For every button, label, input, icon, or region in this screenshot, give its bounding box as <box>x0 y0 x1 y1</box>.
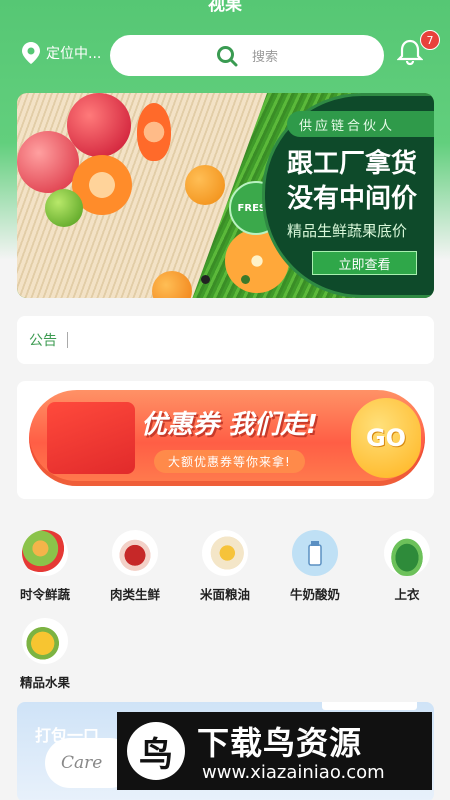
category-label: 牛奶酸奶 <box>289 587 340 602</box>
watermark-overlay: 鸟 下载鸟资源 www.xiazainiao.com <box>117 712 432 790</box>
category-label: 时令鲜蔬 <box>19 587 70 602</box>
orange-image <box>137 103 171 161</box>
gift-box-icon <box>47 402 135 474</box>
category-milk[interactable]: 牛奶酸奶 <box>284 530 346 603</box>
promo-banner[interactable]: FRESH 供应链合伙人 跟工厂拿货 没有中间价 精品生鲜蔬果底价 立即查看 <box>17 93 434 298</box>
grain-oil-icon <box>202 530 248 576</box>
vegetables-icon <box>22 530 68 576</box>
notice-divider <box>67 332 68 348</box>
coupon-card: 优惠券 我们走! 大额优惠券等你来拿! GO <box>17 381 434 499</box>
notice-bar[interactable]: 公告 <box>17 316 434 364</box>
notification-badge: 7 <box>420 30 440 50</box>
banner-headline: 跟工厂拿货 <box>287 149 418 179</box>
banner-tag: 供应链合伙人 <box>287 111 434 137</box>
category-vegetables[interactable]: 时令鲜蔬 <box>14 530 76 603</box>
category-tops[interactable]: 上衣 <box>376 530 438 603</box>
apple-image <box>17 131 79 193</box>
meat-icon <box>112 530 158 576</box>
carousel-dot[interactable] <box>241 275 250 284</box>
carousel-dot[interactable] <box>201 275 210 284</box>
location-selector[interactable]: 定位中... <box>22 42 101 64</box>
milk-icon <box>292 530 338 576</box>
coupon-title: 优惠券 我们走! <box>141 410 318 440</box>
promo-tab <box>322 702 417 710</box>
category-label: 上衣 <box>394 587 420 602</box>
banner-headline: 没有中间价 <box>287 184 418 214</box>
search-icon <box>216 45 238 66</box>
category-label: 精品水果 <box>19 675 70 690</box>
location-pin-icon <box>22 42 40 64</box>
watermark-logo: 鸟 <box>127 722 185 780</box>
category-meat[interactable]: 肉类生鲜 <box>104 530 166 603</box>
banner-subline: 精品生鲜蔬果底价 <box>287 222 408 240</box>
watermark-title: 下载鸟资源 <box>197 724 363 762</box>
location-label: 定位中... <box>46 46 102 62</box>
orange-image <box>185 165 225 205</box>
coupon-go-button[interactable]: GO <box>351 398 421 478</box>
pineapple-icon <box>22 618 68 664</box>
bell-icon <box>396 39 424 66</box>
app-title: 视果 <box>208 0 242 15</box>
category-label: 米面粮油 <box>199 587 250 602</box>
category-grain-oil[interactable]: 米面粮油 <box>194 530 256 603</box>
coupon-banner[interactable]: 优惠券 我们走! 大额优惠券等你来拿! GO <box>29 390 425 486</box>
watermark-url: www.xiazainiao.com <box>202 762 385 783</box>
banner-cta-button[interactable]: 立即查看 <box>312 251 417 275</box>
search-bar[interactable]: 搜索 <box>110 35 384 76</box>
coupon-subtitle: 大额优惠券等你来拿! <box>154 450 305 473</box>
apple-image <box>67 93 131 157</box>
category-label: 肉类生鲜 <box>109 587 160 602</box>
leafy-greens-icon <box>384 530 430 576</box>
category-fruit[interactable]: 精品水果 <box>14 618 76 691</box>
search-placeholder: 搜索 <box>251 50 278 65</box>
lime-image <box>45 189 83 227</box>
notice-label: 公告 <box>29 333 57 349</box>
